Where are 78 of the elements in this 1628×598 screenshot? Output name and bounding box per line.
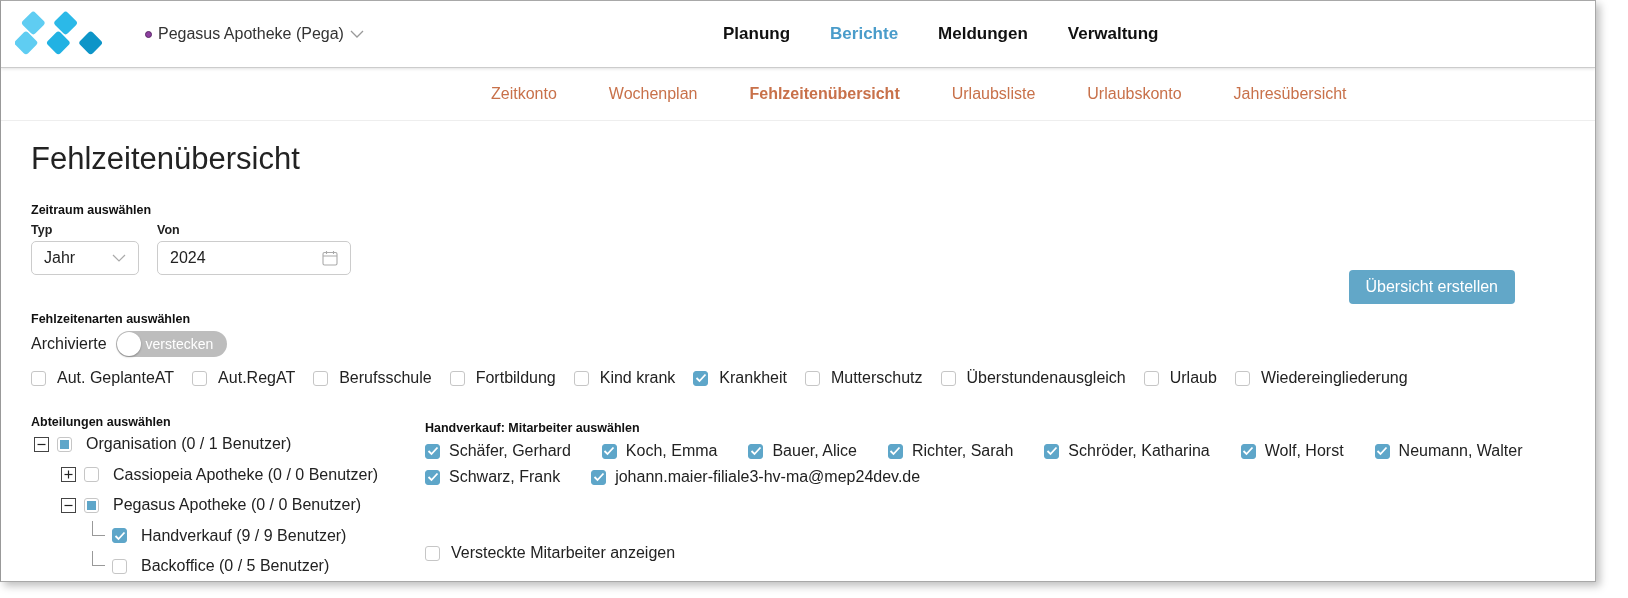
- checkbox-label: Wiedereingliederung: [1260, 369, 1408, 387]
- checkbox[interactable]: [1234, 370, 1250, 386]
- department-label[interactable]: Backoffice (0 / 5 Benutzer): [141, 557, 330, 576]
- report-tab[interactable]: Jahresübersicht: [1233, 85, 1347, 103]
- checkbox[interactable]: [804, 370, 820, 386]
- tree-line: [92, 520, 105, 536]
- checkbox[interactable]: [693, 370, 709, 386]
- chevron-down-icon: [112, 253, 126, 263]
- field-label: Typ: [31, 223, 54, 237]
- checkbox[interactable]: [112, 558, 127, 574]
- page-title: Fehlzeitenübersicht: [31, 141, 301, 177]
- tree-line: [92, 551, 105, 566]
- collapse-icon[interactable]: [61, 497, 76, 513]
- checkbox[interactable]: [112, 528, 127, 544]
- checkbox-label: Krankheit: [719, 369, 787, 387]
- department-label[interactable]: Handverkauf (9 / 9 Benutzer): [141, 526, 347, 545]
- report-tab[interactable]: Urlaubskonto: [1087, 85, 1182, 103]
- section-heading: Handverkauf: Mitarbeiter auswählen: [425, 421, 641, 435]
- checkbox[interactable]: [1240, 443, 1256, 459]
- checkbox[interactable]: [748, 443, 764, 459]
- checkbox[interactable]: [573, 370, 589, 386]
- employee-name: Bauer, Alice: [772, 442, 857, 460]
- field-label: Von: [157, 223, 181, 237]
- checkbox[interactable]: [31, 370, 46, 386]
- section-heading: Abteilungen auswählen: [31, 415, 172, 429]
- checkbox-label: Fortbildung: [475, 369, 556, 387]
- archived-label: Archivierte: [31, 335, 107, 353]
- employee-name: Wolf, Horst: [1264, 442, 1344, 460]
- report-tab[interactable]: Fehlzeitenübersicht: [749, 85, 900, 103]
- calendar-icon: [322, 250, 338, 266]
- checkbox[interactable]: [591, 469, 607, 485]
- report-tab[interactable]: Zeitkonto: [491, 85, 557, 103]
- checkbox-label: Kind krank: [599, 369, 676, 387]
- employee-name: johann.maier-filiale3-hv-ma@mep24dev.de: [615, 468, 921, 486]
- checkbox[interactable]: [940, 370, 956, 386]
- expand-icon[interactable]: [61, 467, 76, 483]
- report-tab[interactable]: Urlaubsliste: [951, 85, 1036, 103]
- checkbox-label: Mutterschutz: [830, 369, 923, 387]
- checkbox-label: Versteckte Mitarbeiter anzeigen: [451, 544, 676, 562]
- checkbox[interactable]: [84, 497, 99, 513]
- checkbox[interactable]: [313, 370, 329, 386]
- nav-tab[interactable]: Verwaltung: [1067, 24, 1159, 44]
- employee-name: Schäfer, Gerhard: [449, 442, 571, 460]
- checkbox[interactable]: [57, 436, 72, 452]
- checkbox[interactable]: [425, 545, 440, 561]
- employee-name: Koch, Emma: [625, 442, 718, 460]
- checkbox-label: Aut. GeplanteAT: [57, 369, 175, 387]
- checkbox-label: Aut.RegAT: [218, 369, 296, 387]
- checkbox[interactable]: [887, 443, 903, 459]
- section-heading: Zeitraum auswählen: [31, 203, 153, 217]
- nav-tab[interactable]: Meldungen: [938, 24, 1028, 44]
- department-label[interactable]: Cassiopeia Apotheke (0 / 0 Benutzer): [113, 465, 379, 484]
- nav-tab[interactable]: Planung: [723, 24, 791, 44]
- checkbox[interactable]: [84, 467, 99, 483]
- store-selector[interactable]: Pegasus Apotheke (Pega): [145, 25, 364, 43]
- date-field[interactable]: 2024: [157, 241, 351, 275]
- department-label[interactable]: Pegasus Apotheke (0 / 0 Benutzer): [113, 496, 362, 515]
- checkbox[interactable]: [601, 443, 617, 459]
- checkbox-label: Berufsschule: [339, 369, 432, 387]
- checkbox[interactable]: [425, 469, 440, 485]
- checkbox[interactable]: [1143, 370, 1159, 386]
- employee-name: Schröder, Katharina: [1068, 442, 1210, 460]
- checkbox-label: Überstundenausgleich: [966, 369, 1126, 387]
- employee-name: Schwarz, Frank: [449, 468, 561, 486]
- checkbox[interactable]: [1374, 443, 1390, 459]
- type-select[interactable]: Jahr: [31, 241, 139, 275]
- checkbox[interactable]: [449, 370, 465, 386]
- employee-name: Neumann, Walter: [1398, 442, 1523, 460]
- collapse-icon[interactable]: [34, 436, 49, 452]
- chevron-down-icon: [349, 29, 364, 39]
- checkbox[interactable]: [425, 443, 440, 459]
- checkbox[interactable]: [1044, 443, 1060, 459]
- report-tab[interactable]: Wochenplan: [608, 85, 698, 103]
- checkbox-label: Urlaub: [1169, 369, 1217, 387]
- section-heading: Fehlzeitenarten auswählen: [31, 312, 192, 326]
- department-label[interactable]: Organisation (0 / 1 Benutzer): [86, 435, 292, 454]
- checkbox[interactable]: [192, 370, 208, 386]
- employee-name: Richter, Sarah: [911, 442, 1014, 460]
